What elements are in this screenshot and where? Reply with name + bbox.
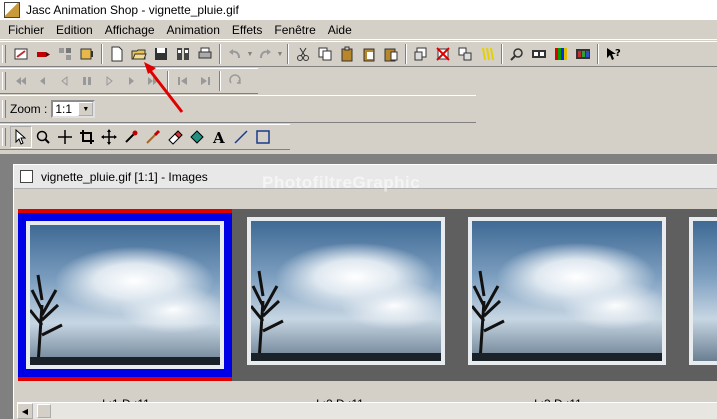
banner-wizard-icon[interactable] bbox=[32, 43, 54, 65]
toolbar-grip[interactable] bbox=[2, 45, 6, 63]
frame-thumbnail[interactable] bbox=[681, 209, 717, 381]
fill-icon[interactable] bbox=[186, 126, 208, 148]
transition-icon[interactable] bbox=[454, 43, 476, 65]
toolbar-separator bbox=[101, 44, 103, 64]
frame-thumbnail[interactable] bbox=[460, 209, 674, 381]
paste-new-icon[interactable] bbox=[358, 43, 380, 65]
effect-icon[interactable] bbox=[476, 43, 498, 65]
toolbar-separator bbox=[405, 44, 407, 64]
menu-aide[interactable]: Aide bbox=[322, 21, 358, 39]
toolbar-grip[interactable] bbox=[2, 128, 6, 146]
toolbar-grip[interactable] bbox=[2, 100, 6, 118]
copy-icon[interactable] bbox=[314, 43, 336, 65]
redo-icon[interactable] bbox=[254, 43, 276, 65]
print-icon[interactable] bbox=[194, 43, 216, 65]
loop-icon[interactable] bbox=[224, 70, 246, 92]
brush-icon[interactable] bbox=[142, 126, 164, 148]
crop-icon[interactable] bbox=[76, 126, 98, 148]
title-bar: Jasc Animation Shop - vignette_pluie.gif bbox=[0, 0, 717, 20]
animation-wizard-icon[interactable] bbox=[10, 43, 32, 65]
play-icon[interactable] bbox=[98, 70, 120, 92]
eraser-icon[interactable] bbox=[164, 126, 186, 148]
film-strip-icon[interactable] bbox=[528, 43, 550, 65]
film-icon[interactable] bbox=[572, 43, 594, 65]
delete-frame-icon[interactable] bbox=[432, 43, 454, 65]
menu-affichage[interactable]: Affichage bbox=[99, 21, 161, 39]
paste-icon[interactable] bbox=[336, 43, 358, 65]
prev-icon[interactable] bbox=[54, 70, 76, 92]
eyedropper-icon[interactable] bbox=[120, 126, 142, 148]
toolbar-grip[interactable] bbox=[2, 72, 6, 90]
chevron-down-icon[interactable]: ▼ bbox=[78, 102, 94, 116]
undo-dropdown-icon[interactable]: ▼ bbox=[246, 43, 254, 65]
frame-thumbnail[interactable] bbox=[239, 209, 453, 381]
move-icon[interactable] bbox=[98, 126, 120, 148]
scroll-left-icon[interactable]: ◀ bbox=[17, 403, 33, 419]
tree-silhouette-icon bbox=[251, 270, 284, 361]
menu-effets[interactable]: Effets bbox=[226, 21, 268, 39]
frame-image bbox=[468, 217, 666, 365]
redo-dropdown-icon[interactable]: ▼ bbox=[276, 43, 284, 65]
tree-silhouette-icon bbox=[472, 270, 505, 361]
insert-frame-icon[interactable] bbox=[410, 43, 432, 65]
horizontal-scrollbar[interactable]: ◀ bbox=[17, 402, 717, 419]
zoom-value: 1:1 bbox=[55, 102, 73, 116]
zoom-label: Zoom : bbox=[10, 102, 48, 116]
frame-image bbox=[247, 217, 445, 365]
rewind-icon[interactable] bbox=[32, 70, 54, 92]
frame-image bbox=[689, 217, 717, 365]
frames-window-title: vignette_pluie.gif [1:1] - Images bbox=[41, 169, 208, 184]
video-icon[interactable] bbox=[76, 43, 98, 65]
zoom-icon[interactable] bbox=[32, 126, 54, 148]
zoom-select[interactable]: 1:1 ▼ bbox=[51, 100, 96, 118]
toolbar-separator bbox=[219, 44, 221, 64]
tree-silhouette-icon bbox=[30, 274, 63, 365]
text-icon[interactable]: A bbox=[208, 126, 230, 148]
paste-frame-icon[interactable] bbox=[380, 43, 402, 65]
pause-icon[interactable] bbox=[76, 70, 98, 92]
annotation-arrow-icon bbox=[144, 62, 184, 113]
menu-bar: Fichier Edition Affichage Animation Effe… bbox=[0, 20, 717, 40]
next-frame-icon[interactable] bbox=[194, 70, 216, 92]
zoom-toolbar: Zoom : 1:1 ▼ bbox=[0, 95, 476, 123]
help-icon[interactable]: ? bbox=[602, 43, 624, 65]
window-title: Jasc Animation Shop - vignette_pluie.gif bbox=[26, 3, 239, 17]
svg-text:?: ? bbox=[615, 48, 621, 59]
watermark: PhotofiltreGraphic bbox=[262, 173, 421, 192]
toolbar-separator bbox=[219, 71, 221, 91]
first-frame-icon[interactable] bbox=[10, 70, 32, 92]
rectangle-icon[interactable] bbox=[252, 126, 274, 148]
crosshair-icon[interactable] bbox=[54, 126, 76, 148]
tools-toolbar: A bbox=[0, 124, 290, 150]
frames-strip bbox=[18, 209, 717, 381]
playback-toolbar bbox=[0, 68, 258, 94]
menu-fichier[interactable]: Fichier bbox=[2, 21, 50, 39]
frame-thumbnail[interactable] bbox=[18, 209, 232, 381]
pointer-icon[interactable] bbox=[10, 126, 32, 148]
frames-window: vignette_pluie.gif [1:1] - Images Photof… bbox=[13, 164, 717, 419]
undo-icon[interactable] bbox=[224, 43, 246, 65]
menu-edition[interactable]: Edition bbox=[50, 21, 99, 39]
view-icon[interactable] bbox=[506, 43, 528, 65]
frame-image bbox=[26, 221, 224, 369]
new-icon[interactable] bbox=[106, 43, 128, 65]
line-icon[interactable] bbox=[230, 126, 252, 148]
app-icon[interactable] bbox=[4, 2, 20, 18]
palette-icon[interactable] bbox=[550, 43, 572, 65]
toolbar-separator bbox=[501, 44, 503, 64]
menu-animation[interactable]: Animation bbox=[161, 21, 226, 39]
menu-fenetre[interactable]: Fenêtre bbox=[268, 21, 321, 39]
svg-text:A: A bbox=[212, 129, 225, 145]
scroll-thumb[interactable] bbox=[37, 404, 51, 418]
main-toolbar: ▼ ▼ ? bbox=[0, 41, 717, 67]
frames-window-icon[interactable] bbox=[20, 170, 33, 183]
toolbar-separator bbox=[597, 44, 599, 64]
workspace: vignette_pluie.gif [1:1] - Images Photof… bbox=[0, 154, 717, 419]
optimization-wizard-icon[interactable] bbox=[54, 43, 76, 65]
toolbar-separator bbox=[287, 44, 289, 64]
cut-icon[interactable] bbox=[292, 43, 314, 65]
